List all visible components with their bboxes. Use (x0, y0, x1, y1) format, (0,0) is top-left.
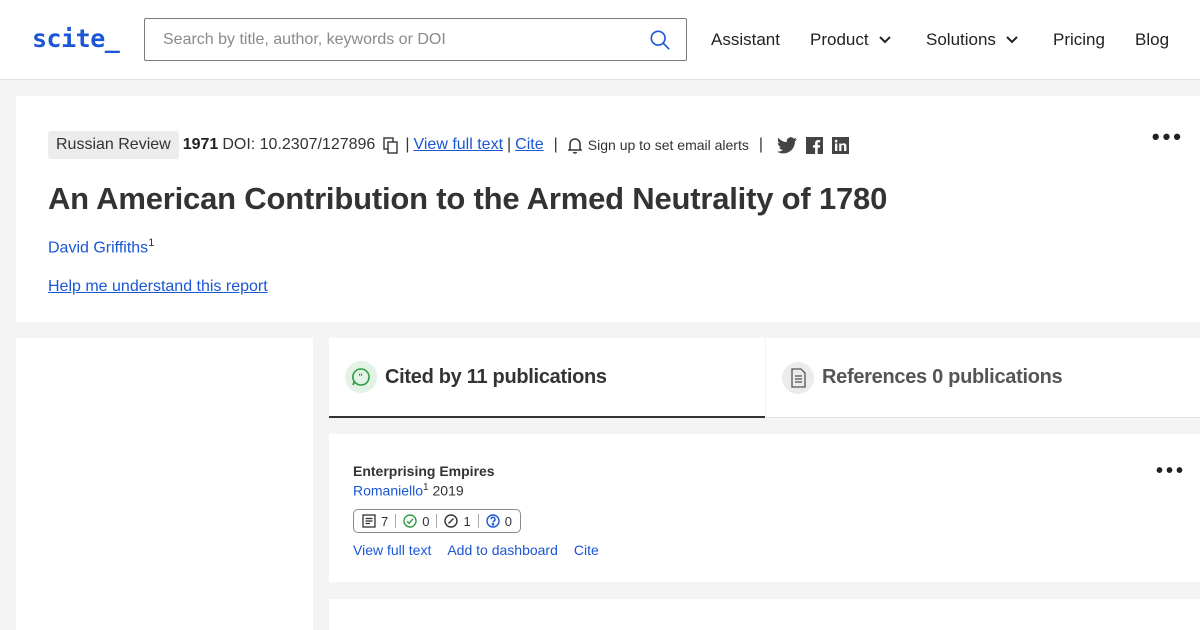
doi-text: DOI: 10.2307/127896 (222, 136, 376, 153)
stat-divider (477, 514, 479, 528)
view-full-text-link[interactable]: View full text (413, 136, 503, 154)
left-sidebar-panel (16, 338, 313, 630)
journal-badge[interactable]: Russian Review (48, 131, 179, 159)
copy-icon[interactable] (383, 136, 399, 154)
nav-blog[interactable]: Blog (1135, 30, 1169, 50)
citing-count: 7 (381, 513, 389, 529)
citing-stat: 7 (362, 514, 388, 529)
twitter-icon[interactable] (777, 136, 798, 154)
publication-card-partial (329, 599, 1200, 630)
question-circle-icon (486, 514, 500, 528)
stat-divider (436, 514, 438, 528)
top-navigation-bar: scite_ Assistant Product Solutions Prici… (0, 0, 1200, 80)
nav-solutions-label: Solutions (926, 30, 996, 49)
separator: | (553, 136, 558, 153)
document-lines-icon (362, 514, 376, 528)
mentioning-stat: 1 (444, 513, 471, 529)
view-full-text-link[interactable]: View full text (353, 542, 431, 558)
nav-assistant-label: Assistant (711, 30, 780, 49)
more-options-button[interactable]: ••• (1152, 124, 1184, 150)
search-input[interactable] (146, 20, 636, 59)
nav-pricing-label: Pricing (1053, 30, 1105, 49)
publication-author-sup: 1 (423, 482, 429, 493)
add-to-dashboard-link[interactable]: Add to dashboard (447, 542, 558, 558)
bell-icon[interactable] (567, 137, 582, 154)
tab-references-label: References 0 publications (822, 366, 1063, 388)
article-title: An American Contribution to the Armed Ne… (48, 181, 888, 216)
tab-references[interactable]: References 0 publications (766, 338, 1200, 418)
nav-product-label: Product (810, 30, 869, 49)
facebook-icon[interactable] (806, 136, 824, 154)
social-share-group (777, 136, 850, 154)
document-icon (791, 367, 806, 388)
linkedin-icon[interactable] (832, 136, 850, 154)
citation-stats-badge[interactable]: 7 0 1 0 (353, 509, 521, 533)
nav-assistant[interactable]: Assistant (711, 30, 780, 50)
tab-cited-by-label: Cited by 11 publications (385, 365, 607, 388)
slash-circle-icon (444, 514, 459, 528)
nav-solutions[interactable]: Solutions (926, 30, 1018, 50)
supporting-count: 0 (422, 513, 430, 529)
publication-author-row: Romaniello1 2019 (353, 482, 464, 499)
nav-pricing[interactable]: Pricing (1053, 30, 1105, 50)
references-icon-wrap (782, 361, 814, 394)
nav-blog-label: Blog (1135, 30, 1170, 49)
publication-more-options-button[interactable]: ••• (1156, 460, 1186, 483)
help-understand-report-link[interactable]: Help me understand this report (48, 278, 268, 296)
mentioning-count: 1 (463, 513, 471, 529)
supporting-stat: 0 (403, 514, 429, 529)
quote-bubble-icon: " (352, 368, 370, 386)
svg-text:": " (358, 373, 363, 383)
chevron-down-icon (878, 36, 891, 44)
chevron-down-icon (1006, 36, 1018, 44)
nav-product[interactable]: Product (810, 30, 891, 50)
publication-card: Enterprising Empires Romaniello1 2019 ••… (329, 434, 1200, 582)
publication-author-link[interactable]: Romaniello (353, 483, 423, 499)
author-affiliation-sup: 1 (148, 237, 155, 249)
publication-year: 1971 (182, 136, 219, 153)
tab-cited-by[interactable]: " Cited by 11 publications (329, 338, 765, 418)
cite-link[interactable]: Cite (574, 542, 599, 558)
contrasting-stat: 0 (486, 514, 512, 529)
cited-by-icon-wrap: " (345, 361, 377, 393)
email-alerts-link[interactable]: Sign up to set email alerts (588, 137, 749, 153)
separator: | (507, 136, 512, 153)
author-link[interactable]: David Griffiths1 (48, 237, 154, 257)
stat-divider (395, 514, 397, 528)
publication-title[interactable]: Enterprising Empires (353, 463, 495, 479)
check-circle-icon (403, 514, 417, 528)
scite-logo[interactable]: scite_ (32, 24, 120, 53)
search-icon[interactable] (649, 29, 671, 51)
publication-actions: View full text Add to dashboard Cite (353, 542, 599, 558)
separator: | (758, 136, 764, 153)
article-card: Russian Review 1971 DOI: 10.2307/127896 … (16, 96, 1200, 322)
publication-year: 2019 (432, 482, 464, 499)
article-meta-row: Russian Review 1971 DOI: 10.2307/127896 … (48, 131, 850, 159)
author-name[interactable]: David Griffiths (48, 239, 148, 256)
contrasting-count: 0 (504, 513, 512, 529)
separator: | (405, 136, 410, 153)
search-box (144, 18, 687, 61)
cite-link[interactable]: Cite (515, 136, 543, 154)
